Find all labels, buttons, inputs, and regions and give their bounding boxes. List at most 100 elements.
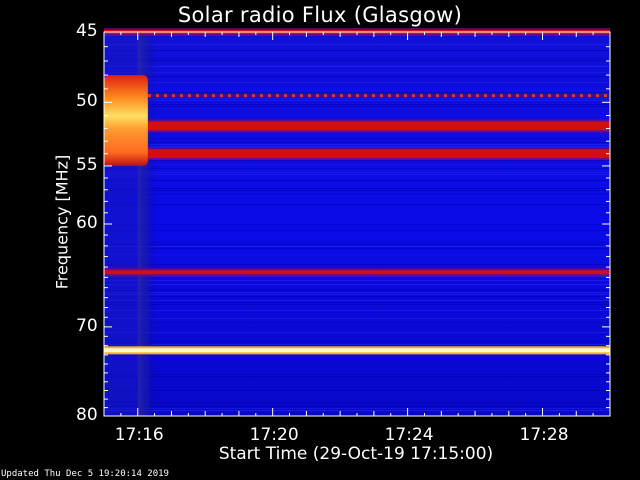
spectrogram-streak xyxy=(104,106,610,107)
spectrogram-streak xyxy=(104,230,610,231)
y-tick-label: 50 xyxy=(76,91,98,112)
spectrogram-streak xyxy=(104,188,610,189)
band-dot xyxy=(604,94,607,98)
band-dot xyxy=(428,94,431,98)
band-dot xyxy=(476,94,479,98)
spectrogram-streak xyxy=(104,244,610,245)
band-dot xyxy=(260,94,263,98)
spectrogram-streak xyxy=(104,60,610,61)
band-dot xyxy=(364,94,367,98)
band-dot xyxy=(460,94,463,98)
band-dot xyxy=(380,94,383,98)
spectrogram-streak xyxy=(104,410,610,411)
band-dot xyxy=(348,94,351,98)
y-tick-label: 55 xyxy=(76,154,98,175)
y-axis-label: Frequency [MHz] xyxy=(52,154,72,290)
spectrogram-streak xyxy=(104,318,610,319)
spectrogram-streak xyxy=(104,280,610,281)
y-tick-label: 70 xyxy=(76,315,98,336)
spectrogram-streak xyxy=(104,300,610,301)
band-dot xyxy=(396,94,399,98)
spectrogram-streak xyxy=(104,194,610,195)
band-2 xyxy=(104,121,610,131)
band-dot xyxy=(244,94,247,98)
band-dot xyxy=(252,94,255,98)
band-dot xyxy=(484,94,487,98)
x-tick-label: 17:28 xyxy=(519,425,569,445)
band-dot xyxy=(420,94,423,98)
spectrogram-streak xyxy=(104,242,610,243)
band-dot xyxy=(276,94,279,98)
plot-area xyxy=(104,28,610,416)
spectrogram-streak xyxy=(104,292,610,293)
spectrogram-streak xyxy=(104,284,610,285)
band-dot xyxy=(452,94,455,98)
band-dot xyxy=(500,94,503,98)
band-dot xyxy=(548,94,551,98)
spectrogram-streak xyxy=(104,302,610,303)
spectrogram-streak xyxy=(104,82,610,83)
spectrogram-streak xyxy=(104,340,610,341)
band-dot xyxy=(220,94,223,98)
spectrogram-streak xyxy=(104,58,610,59)
band-dot xyxy=(356,94,359,98)
spectrogram-streak xyxy=(104,408,610,409)
spectrogram-streak xyxy=(104,138,610,139)
spectrogram-streak xyxy=(104,142,610,143)
band-dot xyxy=(324,94,327,98)
spectrogram-streak xyxy=(104,100,610,101)
spectrogram-streak xyxy=(104,164,610,165)
spectrogram-streak xyxy=(104,168,610,169)
band-dot xyxy=(292,94,295,98)
band-dot xyxy=(388,94,391,98)
band-dot xyxy=(572,94,575,98)
band-dot xyxy=(436,94,439,98)
spectrogram-streak xyxy=(104,374,610,375)
band-3 xyxy=(104,149,610,159)
band-dot xyxy=(188,94,191,98)
spectrogram-streak xyxy=(104,98,610,99)
band-dot xyxy=(540,94,543,98)
band-dot xyxy=(556,94,559,98)
band-dot xyxy=(284,94,287,98)
spectrogram-streak xyxy=(104,246,610,247)
band-dot xyxy=(372,94,375,98)
spectrogram-streak xyxy=(104,146,610,147)
spectrogram-streak xyxy=(104,104,610,105)
spectrogram-streak xyxy=(104,254,610,255)
spectrogram-streak xyxy=(104,344,610,345)
band-dot xyxy=(404,94,407,98)
spectrogram-streak xyxy=(104,342,610,343)
x-axis-label: Start Time (29-Oct-19 17:15:00) xyxy=(218,444,494,464)
band-dot xyxy=(580,94,583,98)
spectrogram-streak xyxy=(104,406,610,407)
spectrogram-streak xyxy=(104,304,610,305)
spectrogram-streak xyxy=(104,224,610,225)
spectrogram-streak xyxy=(104,50,610,51)
spectrogram-streak xyxy=(104,72,610,73)
band-dot xyxy=(308,94,311,98)
spectrogram-streak xyxy=(104,174,610,175)
band-dot xyxy=(532,94,535,98)
band-dot xyxy=(172,94,175,98)
spectrogram-streak xyxy=(104,144,610,145)
band-5 xyxy=(104,348,610,353)
spectrogram-streak xyxy=(104,402,610,403)
spectrogram-streak xyxy=(104,204,610,205)
spectrogram-streak xyxy=(104,172,610,173)
x-tick-label: 17:24 xyxy=(384,425,434,445)
band-dot xyxy=(340,94,343,98)
band-dot xyxy=(228,94,231,98)
y-tick-label: 60 xyxy=(76,213,98,233)
spectrogram-streak xyxy=(104,294,610,295)
spectrogram-streak xyxy=(104,376,610,377)
y-tick-label: 80 xyxy=(76,405,98,425)
band-dot xyxy=(236,94,239,98)
band-dot xyxy=(316,94,319,98)
band-dot xyxy=(164,94,167,98)
band-dot xyxy=(204,94,207,98)
spectrogram-streak xyxy=(104,322,610,323)
spectrogram-streak xyxy=(104,190,610,191)
spectrogram-streak xyxy=(104,248,610,249)
spectrogram-streak xyxy=(104,66,610,67)
